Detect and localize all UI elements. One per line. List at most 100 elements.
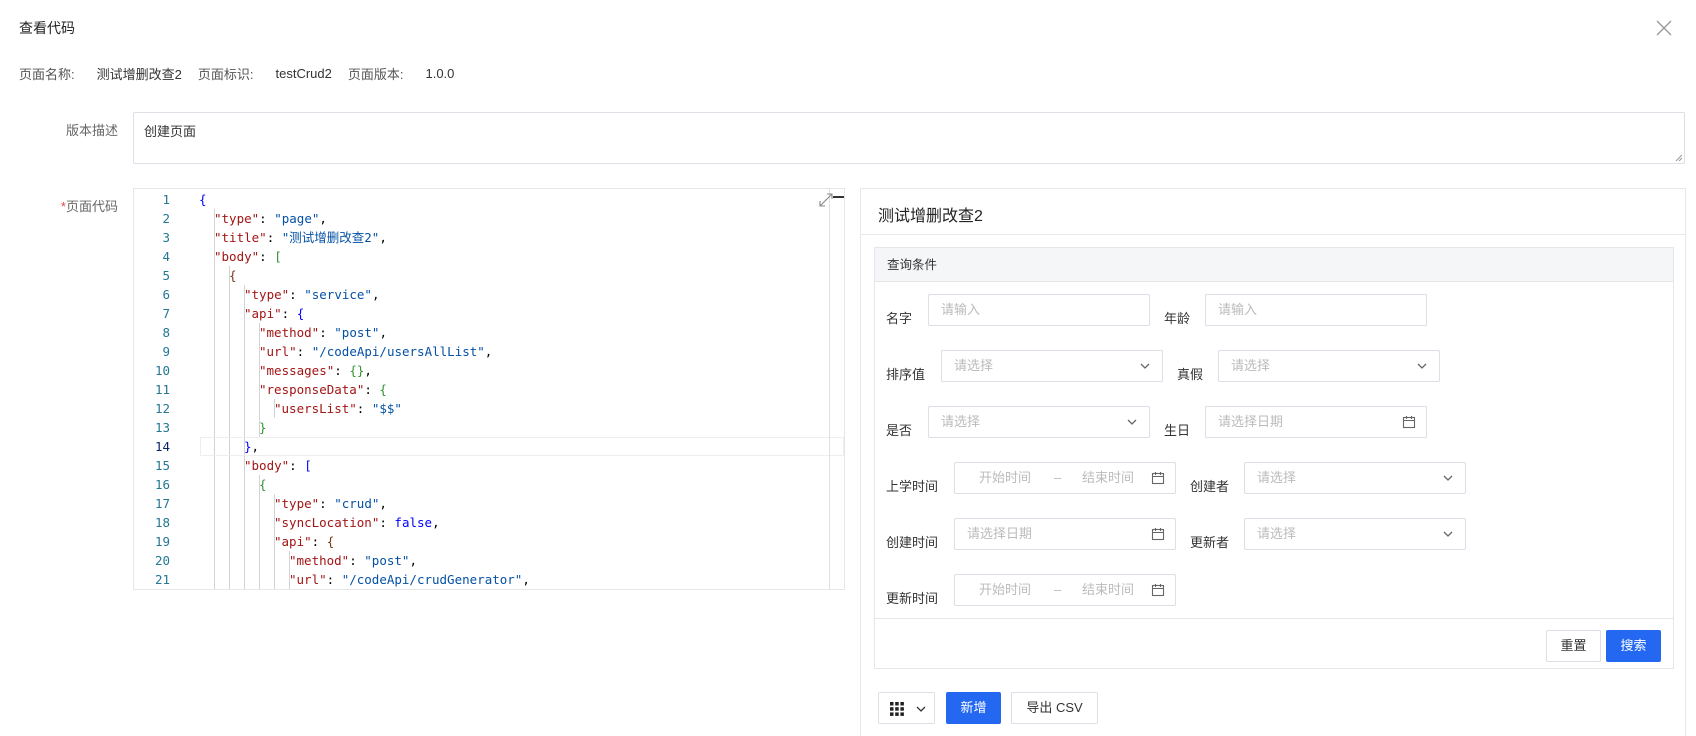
chevron-down-icon	[1417, 363, 1427, 369]
export-csv-button[interactable]: 导出 CSV	[1011, 692, 1098, 724]
yesno-placeholder: 请选择	[941, 414, 981, 429]
code-line: "responseData": {	[259, 382, 387, 397]
sort-placeholder: 请选择	[954, 358, 994, 373]
yesno-select[interactable]: 请选择	[928, 406, 1150, 438]
name-input[interactable]: 请输入	[928, 294, 1150, 326]
line-number: 16	[154, 477, 170, 492]
code-line: "messages": {},	[259, 363, 372, 378]
dialog-title: 查看代码	[19, 20, 75, 36]
yesno-label: 是否	[886, 423, 913, 438]
range-end: 结束时间	[1082, 582, 1135, 597]
calendar-icon	[1151, 528, 1165, 541]
range-start: 开始时间	[979, 582, 1032, 597]
column-toggle-button[interactable]	[878, 692, 935, 724]
birthday-date-picker[interactable]: 请选择日期	[1205, 406, 1427, 438]
line-number: 1	[162, 192, 170, 207]
indent-guide	[214, 209, 215, 589]
page-id-label: 页面标识:	[197, 66, 254, 82]
name-label: 名字	[886, 311, 913, 326]
code-line: "title": "测试增删改查2",	[214, 230, 387, 245]
grid-icon	[890, 702, 904, 716]
calendar-icon	[1402, 416, 1416, 429]
updater-label: 更新者	[1190, 535, 1230, 550]
calendar-icon	[1151, 472, 1165, 485]
created-time-date-picker[interactable]: 请选择日期	[954, 518, 1176, 550]
truth-placeholder: 请选择	[1231, 358, 1271, 373]
code-editor[interactable]: 1 2 3 4 5 6 7 8 9 10 11 12 13 14 15 16 1…	[133, 188, 845, 590]
code-line: "usersList": "$$"	[274, 401, 402, 416]
range-end: 结束时间	[1082, 470, 1135, 485]
search-button[interactable]: 搜索	[1606, 630, 1661, 662]
code-line: "url": "/codeApi/crudGenerator",	[289, 572, 530, 587]
code-line: {	[229, 268, 237, 283]
line-number: 20	[154, 553, 170, 568]
add-button[interactable]: 新增	[946, 692, 1001, 724]
line-number: 7	[162, 306, 170, 321]
version-desc-value: 创建页面	[144, 124, 197, 139]
age-input[interactable]: 请输入	[1205, 294, 1427, 326]
version-desc-textarea[interactable]: 创建页面	[133, 112, 1685, 164]
line-number: 11	[154, 382, 170, 397]
divider	[861, 234, 1685, 235]
code-line: "type": "page",	[214, 211, 327, 226]
preview-panel: 测试增删改查2 查询条件 名字 请输入 年龄 请输入 排序值 请选择 真假 请选…	[860, 188, 1686, 736]
truth-select[interactable]: 请选择	[1218, 350, 1440, 382]
school-time-range[interactable]: 开始时间 – 结束时间	[954, 462, 1176, 494]
line-number: 21	[154, 572, 170, 587]
line-number: 2	[162, 211, 170, 226]
line-number: 8	[162, 325, 170, 340]
code-line: "type": "crud",	[274, 496, 387, 511]
chevron-down-icon	[1443, 531, 1453, 537]
range-separator: –	[1054, 470, 1062, 485]
code-line: {	[259, 477, 267, 492]
chevron-down-icon	[1443, 475, 1453, 481]
code-line: "api": {	[244, 306, 305, 321]
code-line: "syncLocation": false,	[274, 515, 440, 530]
line-number: 18	[154, 515, 170, 530]
code-line: "method": "post",	[259, 325, 387, 340]
page-version-value: 1.0.0	[425, 65, 455, 81]
page-id-value: testCrud2	[275, 65, 332, 81]
indent-guide	[229, 266, 230, 589]
creator-select[interactable]: 请选择	[1244, 462, 1466, 494]
code-line: }	[259, 420, 267, 435]
line-number: 3	[162, 230, 170, 245]
truth-label: 真假	[1177, 367, 1204, 382]
line-number: 4	[162, 249, 170, 264]
created-time-placeholder: 请选择日期	[967, 526, 1033, 541]
chevron-down-icon	[916, 706, 926, 712]
preview-title: 测试增删改查2	[878, 208, 983, 225]
name-placeholder: 请输入	[941, 302, 981, 317]
minimap-toggle-icon[interactable]	[832, 191, 845, 203]
line-number: 13	[154, 420, 170, 435]
created-time-label: 创建时间	[886, 535, 939, 550]
line-number: 12	[154, 401, 170, 416]
sort-label: 排序值	[886, 367, 926, 382]
line-number: 9	[162, 344, 170, 359]
editor-scrollbar[interactable]	[829, 189, 830, 589]
code-line: "method": "post",	[289, 553, 417, 568]
line-number-gutter: 1 2 3 4 5 6 7 8 9 10 11 12 13 14 15 16 1…	[134, 189, 176, 589]
code-line: "type": "service",	[244, 287, 380, 302]
code-line: "api": {	[274, 534, 335, 549]
reset-button[interactable]: 重置	[1546, 630, 1601, 662]
resize-grip-icon[interactable]	[1673, 152, 1683, 162]
age-label: 年龄	[1164, 311, 1191, 326]
birthday-placeholder: 请选择日期	[1218, 414, 1284, 429]
page-code-label-text: 页面代码	[65, 199, 118, 214]
page-name-value: 测试增删改查2	[96, 66, 182, 82]
close-icon[interactable]	[1654, 18, 1674, 38]
updater-select[interactable]: 请选择	[1244, 518, 1466, 550]
page-version-label: 页面版本:	[347, 66, 404, 82]
line-number: 15	[154, 458, 170, 473]
code-line: "body": [	[214, 249, 282, 264]
code-line: },	[244, 439, 260, 454]
range-separator: –	[1054, 582, 1062, 597]
line-number: 19	[154, 534, 170, 549]
line-number: 6	[162, 287, 170, 302]
page-code-label: *页面代码	[18, 196, 118, 215]
calendar-icon	[1151, 584, 1165, 597]
sort-select[interactable]: 请选择	[941, 350, 1163, 382]
updated-time-range[interactable]: 开始时间 – 结束时间	[954, 574, 1176, 606]
updated-time-label: 更新时间	[886, 591, 939, 606]
